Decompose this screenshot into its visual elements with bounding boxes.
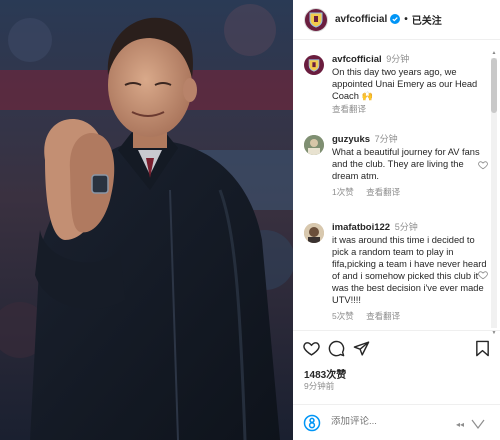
comment-heart-icon[interactable]	[478, 267, 488, 285]
header-username[interactable]: avfcofficial	[335, 14, 387, 25]
club-avatar[interactable]	[304, 7, 328, 32]
separator-dot: •	[404, 14, 408, 25]
comment-likes[interactable]: 5次赞	[332, 311, 354, 321]
comment-avatar[interactable]	[304, 135, 324, 155]
comment-icon[interactable]	[328, 340, 345, 362]
comment-text: it was around this time i decided to pic…	[332, 235, 487, 305]
comment-avatar[interactable]	[304, 223, 324, 243]
add-comment-input[interactable]	[331, 416, 441, 427]
likes-count[interactable]: 1483次赞	[304, 366, 346, 381]
comment-translate-link[interactable]: 查看翻译	[366, 311, 400, 321]
verified-icon	[390, 11, 401, 29]
comment-time: 5分钟	[394, 222, 418, 232]
caption-text: On this day two years ago, we appointed …	[332, 67, 478, 101]
caption-avatar[interactable]	[304, 55, 324, 75]
comment-text: What a beautiful journey for AV fans and…	[332, 147, 480, 181]
follow-status-button[interactable]: 已关注	[412, 12, 442, 27]
comment-heart-icon[interactable]	[478, 157, 488, 175]
heart-icon[interactable]	[303, 340, 320, 362]
club-crest-icon	[309, 12, 323, 28]
caption-translate-link[interactable]: 查看翻译	[332, 104, 366, 114]
caption-username[interactable]: avfcofficial	[332, 54, 382, 65]
comments-scrollbar[interactable]: ▲ ▼	[491, 50, 497, 336]
comment-time: 7分钟	[374, 134, 398, 144]
scrollbar-thumb[interactable]	[491, 58, 497, 113]
club-crest-icon	[308, 58, 320, 72]
caption: avfcofficial 9分钟 On this day two years a…	[304, 53, 490, 115]
photo-illustration	[0, 0, 293, 440]
comment-item: guzyuks 7分钟 What a beautiful journey for…	[304, 133, 490, 198]
caption-time: 9分钟	[386, 54, 410, 64]
bookmark-icon[interactable]	[475, 340, 490, 362]
comment-username[interactable]: imafatboi122	[332, 222, 390, 233]
post-header: avfcofficial • 已关注	[293, 0, 500, 40]
avatar-image	[304, 135, 324, 155]
avatar-image	[304, 223, 324, 243]
comment-item: imafatboi122 5分钟 it was around this time…	[304, 221, 490, 322]
post-sidebar: avfcofficial • 已关注 avfcofficial 9分钟 On t…	[293, 0, 500, 440]
action-icons-row	[303, 340, 493, 360]
comments-list: avfcofficial 9分钟 On this day two years a…	[293, 41, 493, 329]
comment-likes[interactable]: 1次赞	[332, 187, 354, 197]
comment-tools-icon[interactable]: ◂◂	[456, 417, 486, 435]
emoji-icon[interactable]	[303, 414, 321, 437]
comment-username[interactable]: guzyuks	[332, 134, 370, 145]
share-icon[interactable]	[353, 340, 370, 362]
add-comment-row: ◂◂	[293, 404, 500, 440]
comment-translate-link[interactable]: 查看翻译	[366, 187, 400, 197]
scroll-arrow-icon[interactable]: ▲	[491, 50, 497, 56]
post-actions: 1483次赞 9分钟前 ◂◂	[293, 330, 500, 440]
post-photo	[0, 0, 293, 440]
svg-text:◂◂: ◂◂	[456, 420, 464, 429]
post-time-ago: 9分钟前	[304, 381, 335, 391]
